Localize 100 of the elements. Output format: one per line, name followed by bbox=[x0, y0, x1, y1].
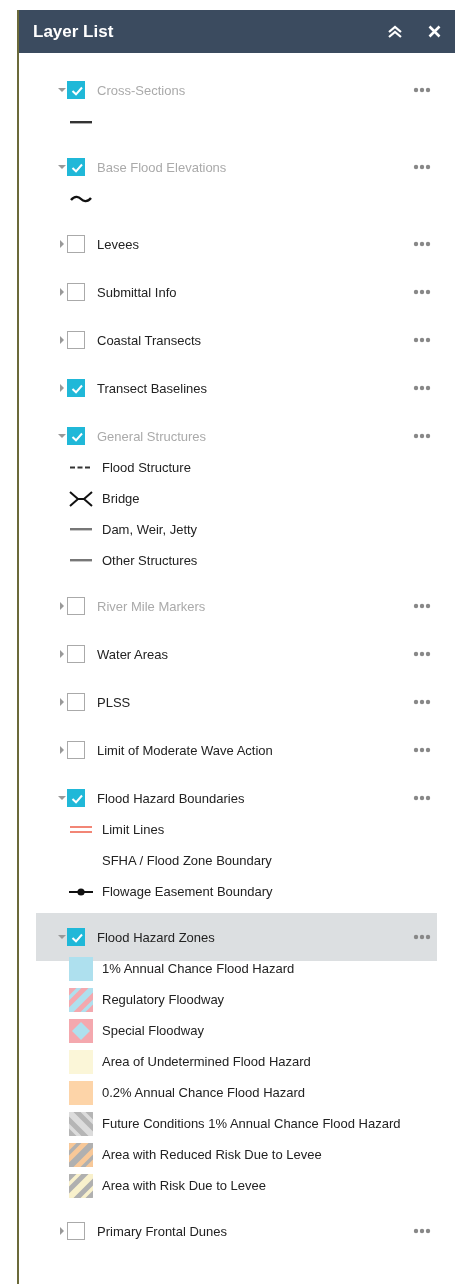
wave-symbol-icon bbox=[69, 194, 93, 203]
legend-label: Limit Lines bbox=[102, 821, 165, 838]
legend-label: SFHA / Flood Zone Boundary bbox=[102, 852, 272, 869]
hatched-swatch bbox=[69, 1173, 93, 1198]
layer-name: Levees bbox=[97, 236, 140, 252]
layer-row[interactable]: PLSS bbox=[36, 678, 437, 726]
caret-down-icon[interactable] bbox=[58, 163, 66, 171]
layer-name: Base Flood Elevations bbox=[97, 159, 228, 175]
caret-right-icon[interactable] bbox=[58, 650, 66, 658]
more-options-icon[interactable] bbox=[413, 385, 431, 391]
layer-name: Water Areas bbox=[97, 646, 170, 662]
layer-name: Submittal Info bbox=[97, 284, 178, 300]
more-options-icon[interactable] bbox=[413, 699, 431, 705]
legend-label: Area with Risk Due to Levee bbox=[102, 1177, 267, 1194]
layer-name: PLSS bbox=[97, 694, 132, 710]
layer-row[interactable]: Flood Hazard Zones bbox=[36, 913, 437, 961]
layer-row[interactable]: Submittal Info bbox=[36, 268, 437, 316]
legend-label: 0.2% Annual Chance Flood Hazard bbox=[102, 1084, 306, 1101]
legend-label: Area with Reduced Risk Due to Levee bbox=[102, 1146, 322, 1163]
legend-label: Future Conditions 1% Annual Chance Flood Hazard bbox=[102, 1115, 401, 1132]
hatched-swatch bbox=[69, 987, 93, 1012]
layer-row[interactable]: Transect Baselines bbox=[36, 364, 437, 412]
layer-name: Flood Hazard Zones bbox=[97, 929, 216, 945]
caret-right-icon[interactable] bbox=[58, 384, 66, 392]
legend-label: Special Floodway bbox=[102, 1022, 204, 1039]
layer-checkbox[interactable] bbox=[67, 427, 85, 445]
line-symbol-icon bbox=[69, 559, 93, 562]
layer-checkbox[interactable] bbox=[67, 235, 85, 253]
panel-title: Layer List bbox=[33, 21, 115, 42]
layer-checkbox[interactable] bbox=[67, 81, 85, 99]
layer-checkbox[interactable] bbox=[67, 693, 85, 711]
layer-checkbox[interactable] bbox=[67, 741, 85, 759]
layer-checkbox[interactable] bbox=[67, 158, 85, 176]
line-with-dot-icon bbox=[69, 887, 93, 896]
caret-right-icon[interactable] bbox=[58, 602, 66, 610]
legend-label: Area of Undetermined Flood Hazard bbox=[102, 1053, 311, 1070]
more-options-icon[interactable] bbox=[413, 433, 431, 439]
color-swatch bbox=[69, 1080, 93, 1105]
legend-label: 1% Annual Chance Flood Hazard bbox=[102, 960, 295, 977]
more-options-icon[interactable] bbox=[413, 934, 431, 940]
caret-right-icon[interactable] bbox=[58, 288, 66, 296]
color-swatch bbox=[69, 1049, 93, 1074]
layer-name: River Mile Markers bbox=[97, 598, 207, 614]
more-options-icon[interactable] bbox=[413, 651, 431, 657]
more-options-icon[interactable] bbox=[413, 289, 431, 295]
layer-name: Transect Baselines bbox=[97, 380, 209, 396]
layer-name: Cross-Sections bbox=[97, 82, 187, 98]
layer-row[interactable]: Limit of Moderate Wave Action bbox=[36, 726, 437, 774]
more-options-icon[interactable] bbox=[413, 164, 431, 170]
caret-down-icon[interactable] bbox=[58, 86, 66, 94]
layer-name: Primary Frontal Dunes bbox=[97, 1223, 229, 1239]
dashed-line-icon bbox=[69, 466, 93, 469]
layer-row[interactable]: Water Areas bbox=[36, 630, 437, 678]
layer-checkbox[interactable] bbox=[67, 379, 85, 397]
layer-name: Limit of Moderate Wave Action bbox=[97, 742, 274, 758]
double-line-icon bbox=[69, 826, 93, 833]
legend-label: Dam, Weir, Jetty bbox=[102, 521, 198, 538]
more-options-icon[interactable] bbox=[413, 1228, 431, 1234]
legend-label: Other Structures bbox=[102, 552, 198, 569]
layer-row[interactable]: Coastal Transects bbox=[36, 316, 437, 364]
more-options-icon[interactable] bbox=[413, 241, 431, 247]
layer-row[interactable]: Flood Hazard Boundaries bbox=[36, 774, 437, 822]
layer-checkbox[interactable] bbox=[67, 283, 85, 301]
hatched-swatch bbox=[69, 1111, 93, 1136]
layer-checkbox[interactable] bbox=[67, 928, 85, 946]
hatched-swatch bbox=[69, 1142, 93, 1167]
more-options-icon[interactable] bbox=[413, 603, 431, 609]
legend-label: Bridge bbox=[102, 490, 140, 507]
caret-down-icon[interactable] bbox=[58, 432, 66, 440]
more-options-icon[interactable] bbox=[413, 747, 431, 753]
caret-down-icon[interactable] bbox=[58, 794, 66, 802]
line-symbol-icon bbox=[69, 528, 93, 531]
bridge-symbol-icon bbox=[69, 490, 93, 507]
line-symbol-icon bbox=[69, 119, 93, 124]
more-options-icon[interactable] bbox=[413, 337, 431, 343]
layer-checkbox[interactable] bbox=[67, 645, 85, 663]
layer-row[interactable]: Levees bbox=[36, 220, 437, 268]
layer-checkbox[interactable] bbox=[67, 789, 85, 807]
more-options-icon[interactable] bbox=[413, 795, 431, 801]
caret-right-icon[interactable] bbox=[58, 240, 66, 248]
layer-checkbox[interactable] bbox=[67, 597, 85, 615]
legend-label: Regulatory Floodway bbox=[102, 991, 225, 1008]
caret-right-icon[interactable] bbox=[58, 1227, 66, 1235]
layer-name: General Structures bbox=[97, 428, 208, 444]
close-icon[interactable] bbox=[428, 25, 441, 38]
legend-label: Flowage Easement Boundary bbox=[102, 883, 273, 900]
layer-name: Flood Hazard Boundaries bbox=[97, 790, 246, 806]
caret-down-icon[interactable] bbox=[58, 933, 66, 941]
layer-checkbox[interactable] bbox=[67, 1222, 85, 1240]
caret-right-icon[interactable] bbox=[58, 746, 66, 754]
collapse-icon[interactable] bbox=[387, 24, 403, 39]
caret-right-icon[interactable] bbox=[58, 336, 66, 344]
layer-checkbox[interactable] bbox=[67, 331, 85, 349]
layer-name: Coastal Transects bbox=[97, 332, 203, 348]
layer-row[interactable]: Primary Frontal Dunes bbox=[36, 1207, 437, 1255]
legend-label: Flood Structure bbox=[102, 459, 191, 476]
caret-right-icon[interactable] bbox=[58, 698, 66, 706]
more-options-icon[interactable] bbox=[413, 87, 431, 93]
diamond-pattern-swatch bbox=[69, 1018, 93, 1043]
color-swatch bbox=[69, 956, 93, 981]
